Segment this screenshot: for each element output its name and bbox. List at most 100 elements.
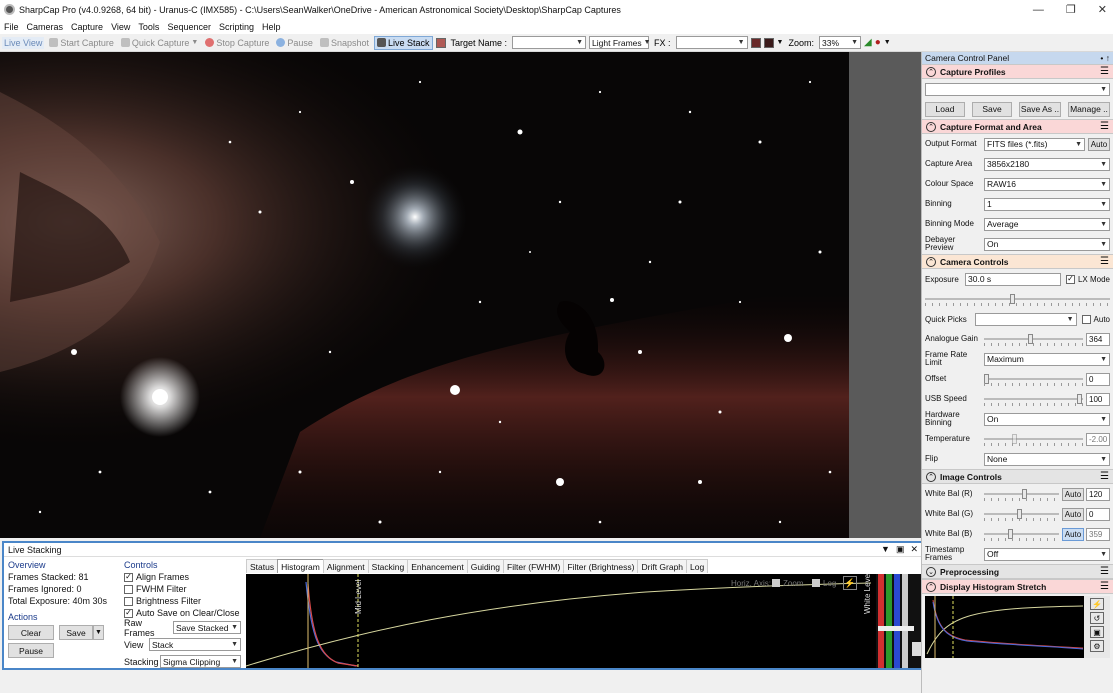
wb-b-auto-button[interactable]: Auto xyxy=(1062,527,1084,541)
flip-combo[interactable]: None ▼ xyxy=(984,452,1110,466)
lightning-icon[interactable]: ⚡ xyxy=(843,576,857,590)
align-frames-checkbox[interactable]: ✓ xyxy=(124,572,133,582)
tab-filter-brightness[interactable]: Filter (Brightness) xyxy=(563,559,639,573)
close-icon[interactable]: ✕ xyxy=(1098,3,1107,16)
tab-stacking[interactable]: Stacking xyxy=(367,559,409,573)
quick-capture-button[interactable]: Quick Capture ▼ xyxy=(119,37,200,49)
menu-icon[interactable]: ☰ xyxy=(1100,566,1109,577)
debayer-combo[interactable]: On ▼ xyxy=(984,237,1110,251)
menu-icon[interactable]: ☰ xyxy=(1100,471,1109,482)
tab-enhancement[interactable]: Enhancement xyxy=(407,559,468,573)
live-stack-button[interactable]: Live Stack xyxy=(373,35,433,50)
pause-stack-button[interactable]: Pause xyxy=(8,643,54,658)
capture-format-header[interactable]: ⌃ Capture Format and Area ☰ xyxy=(922,119,1113,134)
gain-slider[interactable] xyxy=(984,333,1083,346)
menu-cameras[interactable]: Cameras xyxy=(27,22,64,32)
wb-b-slider[interactable] xyxy=(984,528,1059,541)
tab-drift-graph[interactable]: Drift Graph xyxy=(637,559,688,573)
menu-icon[interactable]: ☰ xyxy=(1100,121,1109,132)
quick-picks-combo[interactable]: ▼ xyxy=(975,312,1077,326)
chevron-down-icon[interactable]: ▼ xyxy=(93,625,104,640)
menu-sequencer[interactable]: Sequencer xyxy=(167,22,211,32)
fwhm-filter-checkbox[interactable] xyxy=(124,584,133,594)
stretch-histogram[interactable]: ⚡ ↺ ▣ ⚙ xyxy=(925,596,1110,658)
raw-frames-combo[interactable]: Save Stacked ▼ xyxy=(173,621,241,634)
output-auto-button[interactable]: Auto xyxy=(1088,137,1110,151)
histogram-stretch-header[interactable]: ⌃ Display Histogram Stretch ☰ xyxy=(922,579,1113,594)
restore-icon[interactable]: ▣ xyxy=(896,544,905,555)
exposure-input[interactable]: 30.0 s xyxy=(965,272,1061,286)
tab-filter-fwhm[interactable]: Filter (FWHM) xyxy=(503,559,565,573)
binning-combo[interactable]: 1 ▼ xyxy=(984,197,1110,211)
menu-help[interactable]: Help xyxy=(262,22,281,32)
auto-save-checkbox[interactable]: ✓ xyxy=(124,608,133,618)
offset-value[interactable]: 0 xyxy=(1086,372,1110,386)
clear-button[interactable]: Clear xyxy=(8,625,54,640)
menu-file[interactable]: File xyxy=(4,22,19,32)
output-format-combo[interactable]: FITS files (*.fits) ▼ xyxy=(984,137,1085,151)
usb-speed-value[interactable]: 100 xyxy=(1086,392,1110,406)
menu-icon[interactable]: ☰ xyxy=(1100,256,1109,267)
log-checkbox[interactable] xyxy=(812,579,820,587)
save-icon[interactable]: ▣ xyxy=(1090,626,1104,638)
quick-picks-auto-checkbox[interactable] xyxy=(1081,314,1091,324)
gain-value[interactable]: 364 xyxy=(1086,332,1110,346)
wb-r-auto-button[interactable]: Auto xyxy=(1062,487,1084,501)
lightning-icon[interactable]: ⚡ xyxy=(1090,598,1104,610)
settings-icon[interactable]: ⚙ xyxy=(1090,640,1104,652)
save-profile-button[interactable]: Save xyxy=(972,101,1012,117)
lx-mode-checkbox[interactable]: ✓ xyxy=(1065,274,1075,284)
record-icon[interactable] xyxy=(435,37,446,48)
wb-r-value[interactable]: 120 xyxy=(1086,487,1110,501)
save-button[interactable]: Save xyxy=(59,625,93,640)
wb-g-slider[interactable] xyxy=(984,508,1059,521)
menu-scripting[interactable]: Scripting xyxy=(219,22,254,32)
exposure-slider[interactable] xyxy=(925,293,1110,306)
start-capture-button[interactable]: Start Capture xyxy=(47,37,116,49)
manage-profile-button[interactable]: Manage .. xyxy=(1068,101,1110,117)
camera-controls-header[interactable]: ⌃ Camera Controls ☰ xyxy=(922,254,1113,269)
menu-capture[interactable]: Capture xyxy=(71,22,103,32)
chevron-down-icon[interactable]: ▼ xyxy=(884,39,891,46)
zoom-combo[interactable]: 33% ▼ xyxy=(819,36,861,49)
stop-capture-button[interactable]: Stop Capture xyxy=(203,37,271,49)
frame-type-combo[interactable]: Light Frames ▼ xyxy=(589,36,651,49)
menu-icon[interactable]: ☰ xyxy=(1100,66,1109,77)
usb-speed-slider[interactable] xyxy=(984,393,1083,406)
wb-g-value[interactable]: 0 xyxy=(1086,507,1110,521)
restore-icon[interactable]: ❐ xyxy=(1066,3,1076,16)
menu-icon[interactable]: ☰ xyxy=(1100,581,1109,592)
wb-b-value[interactable]: 359 xyxy=(1086,527,1110,541)
tab-status[interactable]: Status xyxy=(246,559,279,573)
pause-button[interactable]: Pause xyxy=(274,37,315,49)
close-icon[interactable]: ✕ xyxy=(910,544,918,555)
offset-slider[interactable] xyxy=(984,373,1083,386)
capture-profiles-header[interactable]: ⌃ Capture Profiles ☰ xyxy=(922,64,1113,79)
capture-area-combo[interactable]: 3856x2180 ▼ xyxy=(984,157,1110,171)
zoom-checkbox[interactable] xyxy=(772,579,780,587)
binning-mode-combo[interactable]: Average ▼ xyxy=(984,217,1110,231)
image-controls-header[interactable]: ⌃ Image Controls ☰ xyxy=(922,469,1113,484)
colour-space-combo[interactable]: RAW16 ▼ xyxy=(984,177,1110,191)
fwhm-filter-row[interactable]: FWHM Filter xyxy=(124,583,242,595)
menu-view[interactable]: View xyxy=(111,22,130,32)
align-frames-row[interactable]: ✓ Align Frames xyxy=(124,571,242,583)
brightness-filter-row[interactable]: Brightness Filter xyxy=(124,595,242,607)
target-name-combo[interactable]: ▼ xyxy=(512,36,587,49)
live-view-button[interactable]: Live View xyxy=(2,36,45,49)
view-combo[interactable]: Stack ▼ xyxy=(149,638,241,651)
load-profile-button[interactable]: Load xyxy=(925,101,965,117)
snapshot-button[interactable]: Snapshot xyxy=(318,37,371,49)
minimize-icon[interactable]: — xyxy=(1033,4,1044,16)
pin-icon[interactable]: • ↑ xyxy=(1100,53,1110,63)
chevron-down-icon[interactable]: ▼ xyxy=(191,39,198,46)
wb-r-slider[interactable] xyxy=(984,488,1059,501)
brightness-filter-checkbox[interactable] xyxy=(124,596,133,606)
frame-rate-combo[interactable]: Maximum ▼ xyxy=(984,352,1110,366)
histogram-icon[interactable]: ◢ xyxy=(864,37,872,48)
menu-tools[interactable]: Tools xyxy=(138,22,159,32)
chevron-down-icon[interactable]: ▼ xyxy=(881,544,890,555)
tab-alignment[interactable]: Alignment xyxy=(322,559,369,573)
tab-log[interactable]: Log xyxy=(686,559,709,573)
image-viewer[interactable] xyxy=(0,52,921,538)
